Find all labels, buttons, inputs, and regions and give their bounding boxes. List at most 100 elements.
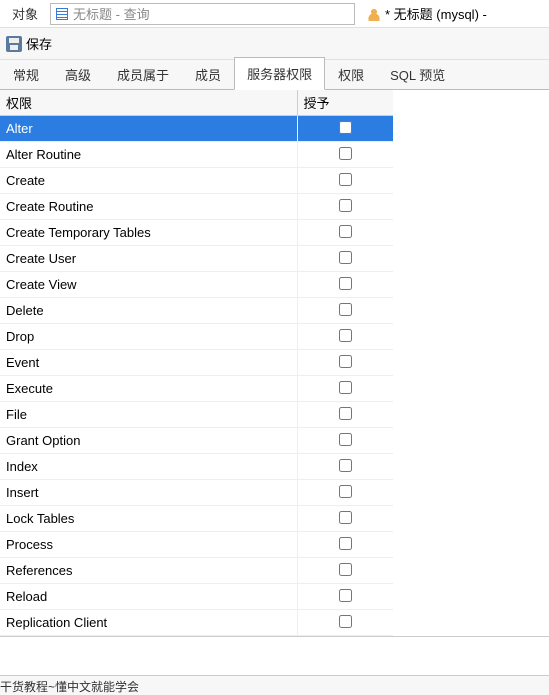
col-header-name[interactable]: 权限	[0, 90, 297, 116]
permission-grant-cell	[297, 584, 393, 610]
table-row[interactable]: Reload	[0, 584, 393, 610]
permission-name: Grant Option	[0, 428, 297, 454]
table-row[interactable]: Drop	[0, 324, 393, 350]
permission-grant-cell	[297, 246, 393, 272]
top-bar: 对象 无标题 - 查询 * 无标题 (mysql) -	[0, 0, 549, 28]
permission-name: Alter Routine	[0, 142, 297, 168]
permission-name: Create User	[0, 246, 297, 272]
tab-5[interactable]: 权限	[325, 58, 377, 90]
table-row[interactable]: Lock Tables	[0, 506, 393, 532]
table-row[interactable]: Create Routine	[0, 194, 393, 220]
table-row[interactable]: File	[0, 402, 393, 428]
tab-3[interactable]: 成员	[182, 58, 234, 90]
permissions-table: 权限 授予 AlterAlter RoutineCreateCreate Rou…	[0, 90, 393, 636]
table-row[interactable]: Event	[0, 350, 393, 376]
save-icon	[6, 36, 22, 52]
permission-name: Delete	[0, 298, 297, 324]
permission-name: Alter	[0, 116, 297, 142]
permission-grant-cell	[297, 194, 393, 220]
col-header-grant[interactable]: 授予	[297, 90, 393, 116]
permission-grant-cell	[297, 506, 393, 532]
grant-checkbox[interactable]	[339, 147, 352, 160]
permission-grant-cell	[297, 454, 393, 480]
tab-2[interactable]: 成员属于	[104, 58, 182, 90]
tab-1[interactable]: 高级	[52, 58, 104, 90]
permission-grant-cell	[297, 142, 393, 168]
grant-checkbox[interactable]	[339, 329, 352, 342]
permission-grant-cell	[297, 350, 393, 376]
table-row[interactable]: Delete	[0, 298, 393, 324]
permission-name: Event	[0, 350, 297, 376]
permission-grant-cell	[297, 324, 393, 350]
permission-grant-cell	[297, 272, 393, 298]
window-title-tab[interactable]: * 无标题 (mysql) -	[361, 0, 493, 28]
table-row[interactable]: Execute	[0, 376, 393, 402]
table-row[interactable]: Create View	[0, 272, 393, 298]
grant-checkbox[interactable]	[339, 511, 352, 524]
table-row[interactable]: Create Temporary Tables	[0, 220, 393, 246]
grant-checkbox[interactable]	[339, 277, 352, 290]
permission-grant-cell	[297, 376, 393, 402]
permission-grant-cell	[297, 558, 393, 584]
table-row[interactable]: Create	[0, 168, 393, 194]
grant-checkbox[interactable]	[339, 381, 352, 394]
permission-name: Drop	[0, 324, 297, 350]
grant-checkbox[interactable]	[339, 433, 352, 446]
grant-checkbox[interactable]	[339, 355, 352, 368]
permission-grant-cell	[297, 116, 393, 142]
permission-name: Replication Client	[0, 610, 297, 636]
table-row[interactable]: Replication Client	[0, 610, 393, 636]
permission-name: Reload	[0, 584, 297, 610]
permission-grant-cell	[297, 298, 393, 324]
permissions-table-wrap: 权限 授予 AlterAlter RoutineCreateCreate Rou…	[0, 90, 549, 637]
table-row[interactable]: Insert	[0, 480, 393, 506]
grant-checkbox[interactable]	[339, 537, 352, 550]
grant-checkbox[interactable]	[339, 589, 352, 602]
table-row[interactable]: Grant Option	[0, 428, 393, 454]
grid-icon	[55, 7, 69, 21]
tab-0[interactable]: 常规	[0, 58, 52, 90]
grant-checkbox[interactable]	[339, 459, 352, 472]
grant-checkbox[interactable]	[339, 225, 352, 238]
grant-checkbox[interactable]	[339, 251, 352, 264]
permission-name: Create	[0, 168, 297, 194]
permission-name: Create View	[0, 272, 297, 298]
grant-checkbox[interactable]	[339, 121, 352, 134]
grant-checkbox[interactable]	[339, 303, 352, 316]
permission-name: Insert	[0, 480, 297, 506]
grant-checkbox[interactable]	[339, 407, 352, 420]
permission-grant-cell	[297, 610, 393, 636]
table-row[interactable]: Create User	[0, 246, 393, 272]
grant-checkbox[interactable]	[339, 615, 352, 628]
footer: 干货教程~懂中文就能学会	[0, 675, 549, 695]
tab-6[interactable]: SQL 预览	[377, 58, 458, 90]
user-icon	[367, 7, 381, 21]
table-row[interactable]: Index	[0, 454, 393, 480]
permission-grant-cell	[297, 428, 393, 454]
table-row[interactable]: References	[0, 558, 393, 584]
table-row[interactable]: Alter Routine	[0, 142, 393, 168]
footer-text: 干货教程~懂中文就能学会	[0, 680, 139, 694]
object-label: 对象	[0, 4, 50, 23]
grant-checkbox[interactable]	[339, 173, 352, 186]
permission-name: Lock Tables	[0, 506, 297, 532]
save-button[interactable]: 保存	[26, 34, 52, 53]
tab-4[interactable]: 服务器权限	[234, 57, 325, 90]
permission-name: Execute	[0, 376, 297, 402]
grant-checkbox[interactable]	[339, 485, 352, 498]
permission-name: References	[0, 558, 297, 584]
permission-name: Process	[0, 532, 297, 558]
table-row[interactable]: Process	[0, 532, 393, 558]
permission-grant-cell	[297, 168, 393, 194]
permission-name: Create Routine	[0, 194, 297, 220]
window-title: * 无标题 (mysql) -	[385, 4, 487, 23]
toolbar: 保存	[0, 28, 549, 60]
tabs: 常规高级成员属于成员服务器权限权限SQL 预览	[0, 60, 549, 90]
table-row[interactable]: Alter	[0, 116, 393, 142]
search-placeholder: 无标题 - 查询	[73, 4, 150, 23]
permission-grant-cell	[297, 220, 393, 246]
grant-checkbox[interactable]	[339, 563, 352, 576]
permission-grant-cell	[297, 480, 393, 506]
search-input[interactable]: 无标题 - 查询	[50, 3, 355, 25]
grant-checkbox[interactable]	[339, 199, 352, 212]
